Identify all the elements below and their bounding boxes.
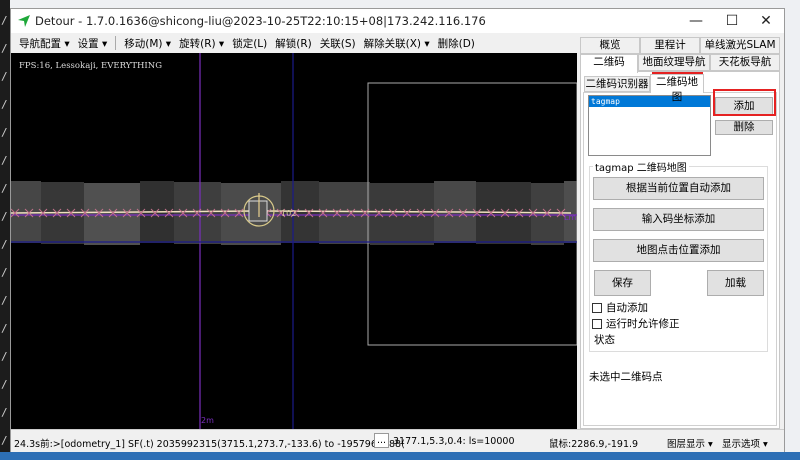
highlight-box <box>713 89 776 116</box>
auto-add-checkbox[interactable]: 自动添加 <box>592 300 648 315</box>
terminal-glyph: / <box>1 238 8 251</box>
fps-overlay: FPS:16, Lessokaji, EVERYTHING <box>19 61 162 71</box>
terminal-glyph: / <box>1 70 8 83</box>
close-button[interactable]: ✕ <box>749 11 783 31</box>
checkbox-label: 运行时允许修正 <box>606 318 680 330</box>
add-by-click-button[interactable]: 地图点击位置添加 <box>593 239 764 262</box>
status-bar: 24.3s前:>[odometry_1] SF(.t) 2035992315(3… <box>11 429 784 452</box>
terminal-glyph: / <box>1 322 8 335</box>
tab-ceiling-nav[interactable]: 天花板导航 <box>710 54 780 71</box>
auto-add-current-button[interactable]: 根据当前位置自动添加 <box>593 177 764 200</box>
subtab-qrcode-recognizer[interactable]: 二维码识别器 <box>584 76 650 92</box>
tab-ground-texture[interactable]: 地面纹理导航 <box>638 54 710 71</box>
rotate-button[interactable]: 旋转(R) ▾ <box>179 36 224 51</box>
terminal-glyph: / <box>1 154 8 167</box>
delete-button[interactable]: 删除(D) <box>438 36 475 51</box>
layers-dropdown[interactable]: 图层显示 ▾ <box>667 436 713 450</box>
unlock-button[interactable]: 解锁(R) <box>275 36 312 51</box>
terminal-glyph: / <box>1 182 8 195</box>
checkbox-icon[interactable] <box>592 302 602 313</box>
map-view <box>11 53 577 429</box>
terminal-glyph: / <box>1 210 8 223</box>
load-button[interactable]: 加载 <box>707 270 764 296</box>
tab-overview[interactable]: 概览 <box>580 37 640 54</box>
map-canvas[interactable]: FPS:16, Lessokaji, EVERYTHING 102 2m Lm <box>11 53 577 429</box>
tag-id-label: 102 <box>281 209 297 218</box>
delete-map-button[interactable]: 删除 <box>715 120 773 135</box>
map-list[interactable]: tagmap <box>588 95 711 156</box>
terminal-glyph: / <box>1 126 8 139</box>
tab-qrcode[interactable]: 二维码 <box>580 54 638 73</box>
pose-readout: 3177.1,5.3,0.4: ls=10000 <box>393 436 515 447</box>
subtab-qrcode-map[interactable]: 二维码地图 <box>650 74 704 103</box>
save-button[interactable]: 保存 <box>594 270 651 296</box>
more-button[interactable]: ... <box>374 433 390 448</box>
floor-texture-tile <box>564 181 577 243</box>
terminal-glyph: / <box>1 350 8 363</box>
log-message: 24.3s前:>[odometry_1] SF(.t) 2035992315(3… <box>14 439 405 450</box>
qrcode-tag <box>248 200 268 222</box>
checkbox-label: 自动添加 <box>606 302 648 314</box>
floor-texture-tile <box>319 182 370 244</box>
add-by-coords-button[interactable]: 输入码坐标添加 <box>593 208 764 231</box>
path-end-label: Lm <box>564 213 577 222</box>
window-title: Detour - 1.7.0.1636@shicong-liu@2023-10-… <box>35 14 486 28</box>
toolbar-divider <box>115 36 117 50</box>
green-arrow-icon <box>18 15 30 27</box>
terminal-glyph: / <box>1 266 8 279</box>
tab-odometer[interactable]: 里程计 <box>640 37 700 54</box>
detour-window: Detour - 1.7.0.1636@shicong-liu@2023-10-… <box>10 8 785 452</box>
terminal-glyph: / <box>1 378 8 391</box>
group-title: tagmap 二维码地图 <box>593 159 689 174</box>
title-bar[interactable]: Detour - 1.7.0.1636@shicong-liu@2023-10-… <box>11 9 784 33</box>
link-button[interactable]: 关联(S) <box>320 36 356 51</box>
terminal-glyph: / <box>1 294 8 307</box>
desktop-background <box>0 452 800 460</box>
terminal-glyph: / <box>1 14 8 27</box>
tab-laser-slam[interactable]: 单线激光SLAM <box>700 37 780 54</box>
background-terminal: / / / / / / / / / / / / / / / / <box>0 0 10 460</box>
maximize-button[interactable]: ☐ <box>715 11 749 31</box>
selection-status: 未选中二维码点 <box>589 371 663 383</box>
unlink-button[interactable]: 解除关联(X) ▾ <box>364 36 430 51</box>
status-label: 状态 <box>594 334 615 346</box>
terminal-glyph: / <box>1 434 8 447</box>
checkbox-icon[interactable] <box>592 318 602 329</box>
allow-fix-checkbox[interactable]: 运行时允许修正 <box>592 316 680 331</box>
list-item[interactable]: tagmap <box>589 96 710 107</box>
minimize-button[interactable]: — <box>679 11 713 31</box>
side-panel: 概览 里程计 单线激光SLAM 二维码 地面纹理导航 天花板导航 二维码识别器 … <box>577 33 784 429</box>
menu-nav-config[interactable]: 导航配置 ▾ <box>19 36 70 51</box>
menu-settings[interactable]: 设置 ▾ <box>78 36 108 51</box>
terminal-glyph: / <box>1 406 8 419</box>
terminal-glyph: / <box>1 42 8 55</box>
mouse-coords: 鼠标:2286.9,-191.9 <box>549 439 639 450</box>
terminal-glyph: / <box>1 98 8 111</box>
display-options-dropdown[interactable]: 显示选项 ▾ <box>722 436 768 450</box>
move-button[interactable]: 移动(M) ▾ <box>124 36 171 51</box>
scale-label: 2m <box>201 416 214 425</box>
lock-button[interactable]: 锁定(L) <box>232 36 267 51</box>
